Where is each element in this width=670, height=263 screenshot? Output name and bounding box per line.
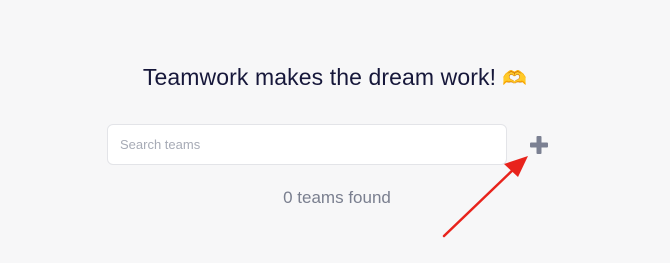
search-input[interactable] — [108, 125, 506, 164]
search-box[interactable] — [107, 124, 507, 165]
title-text: Teamwork makes the dream work! — [142, 64, 497, 90]
add-team-button[interactable] — [528, 134, 550, 156]
page-title: Teamwork makes the dream work! 🫶 — [0, 64, 670, 91]
results-count: 0 teams found — [283, 188, 391, 207]
plus-icon — [530, 136, 548, 154]
heart-hands-icon: 🫶 — [502, 68, 528, 90]
